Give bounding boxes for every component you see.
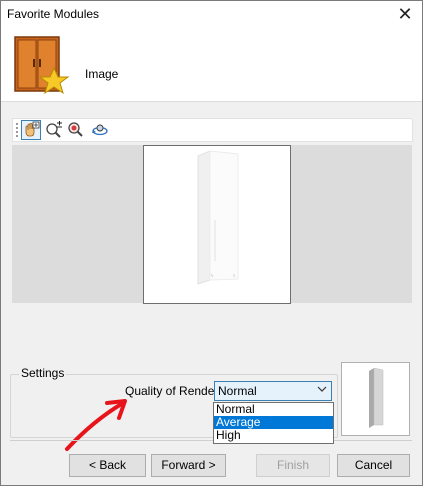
hand-pan-button[interactable] [21, 120, 41, 140]
close-button[interactable]: ✕ [388, 1, 422, 27]
quality-selected-value: Normal [218, 384, 257, 398]
view-toolbar [12, 118, 413, 142]
toolbar-grip[interactable] [16, 123, 20, 137]
chevron-down-icon [317, 384, 327, 396]
rotate-view-button[interactable] [91, 121, 109, 139]
back-button[interactable]: < Back [69, 454, 146, 477]
zoom-button[interactable] [67, 121, 85, 139]
quality-of-render-select[interactable]: Normal [214, 381, 332, 401]
favorite-modules-dialog: Favorite Modules ✕ Image Settings Qualit… [0, 0, 423, 486]
preview-area [12, 145, 412, 304]
cabinet-thumbnail-image [369, 367, 384, 428]
dialog-header: Image [1, 27, 422, 102]
rotate-view-icon [92, 124, 108, 136]
title-bar: Favorite Modules ✕ [1, 1, 422, 27]
module-thumbnail [341, 362, 410, 436]
annotation-arrow [65, 399, 127, 451]
quality-option-high[interactable]: High [214, 429, 333, 442]
module-preview-canvas[interactable] [143, 145, 291, 304]
button-separator [10, 440, 412, 441]
quality-of-render-label: Quality of Render [125, 384, 219, 398]
window-title: Favorite Modules [7, 7, 100, 21]
zoom-in-icon [46, 121, 62, 138]
module-type-label: Image [85, 67, 119, 81]
zoom-icon [68, 122, 83, 137]
finish-button[interactable]: Finish [256, 454, 330, 477]
settings-legend: Settings [19, 366, 67, 380]
wardrobe-star-icon [14, 36, 70, 95]
cancel-button[interactable]: Cancel [337, 454, 410, 477]
forward-button[interactable]: Forward > [151, 454, 226, 477]
quality-dropdown-list: Normal Average High [213, 402, 334, 444]
zoom-in-button[interactable] [45, 121, 63, 139]
hand-pan-icon [25, 121, 40, 137]
cabinet-preview-image [197, 150, 239, 285]
